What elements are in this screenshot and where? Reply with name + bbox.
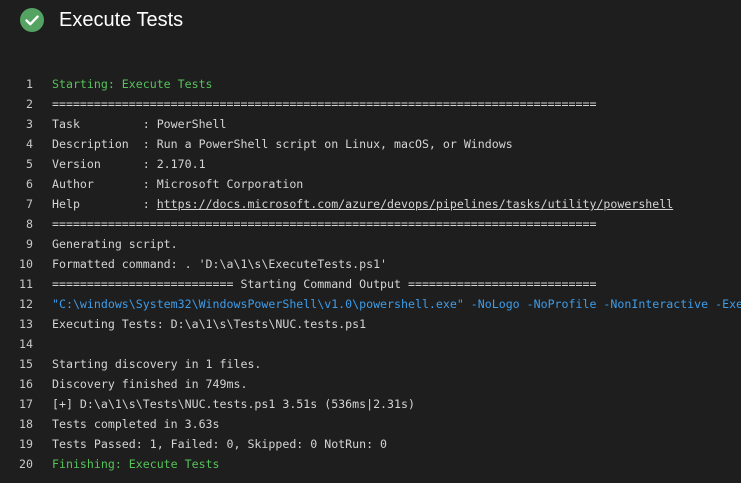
line-number[interactable]: 5 xyxy=(0,154,33,174)
log-line[interactable]: 10 Formatted command: . 'D:\a\1\s\Execute… xyxy=(0,254,741,274)
line-number[interactable]: 11 xyxy=(0,274,33,294)
line-number[interactable]: 19 xyxy=(0,434,33,454)
log-line[interactable]: 7 Help : https://docs.microsoft.com/azure… xyxy=(0,194,741,214)
line-number[interactable]: 18 xyxy=(0,414,33,434)
log-line[interactable]: 3 Task : PowerShell xyxy=(0,114,741,134)
line-number[interactable]: 15 xyxy=(0,354,33,374)
line-number[interactable]: 12 xyxy=(0,294,33,314)
log-line-text: ========================================… xyxy=(52,214,596,234)
log-line[interactable]: 5 Version : 2.170.1 xyxy=(0,154,741,174)
log-line[interactable]: 9 Generating script. xyxy=(0,234,741,254)
log-text: Finishing: Execute Tests xyxy=(52,457,220,471)
log-text: Task : PowerShell xyxy=(52,117,227,131)
log-text: Starting: Execute Tests xyxy=(52,77,213,91)
log-text: Formatted command: . 'D:\a\1\s\ExecuteTe… xyxy=(52,257,388,271)
log-text: Description : Run a PowerShell script on… xyxy=(52,137,513,151)
line-number[interactable]: 13 xyxy=(0,314,33,334)
log-line[interactable]: 11 ========================== Starting Co… xyxy=(0,274,741,294)
log-line[interactable]: 16 Discovery finished in 749ms. xyxy=(0,374,741,394)
log-line-text: [+] D:\a\1\s\Tests\NUC.tests.ps1 3.51s (… xyxy=(52,394,415,414)
line-number[interactable]: 14 xyxy=(0,334,33,354)
log-text: Discovery finished in 749ms. xyxy=(52,377,248,391)
log-line-text: Starting discovery in 1 files. xyxy=(52,354,261,374)
log-text: "C:\windows\System32\WindowsPowerShell\v… xyxy=(52,297,741,311)
log-line-text: Discovery finished in 749ms. xyxy=(52,374,247,394)
help-link[interactable]: https://docs.microsoft.com/azure/devops/… xyxy=(157,197,674,211)
log-line-text: Description : Run a PowerShell script on… xyxy=(52,134,513,154)
log-line[interactable]: 8 =======================================… xyxy=(0,214,741,234)
log-text: ========================================… xyxy=(52,217,597,231)
log-line-text: Author : Microsoft Corporation xyxy=(52,174,303,194)
log-text: Executing Tests: D:\a\1\s\Tests\NUC.test… xyxy=(52,317,367,331)
line-number[interactable]: 3 xyxy=(0,114,33,134)
log-line-text: ========================================… xyxy=(52,94,596,114)
log-output[interactable]: 1 Starting: Execute Tests 2 ===============… xyxy=(0,74,741,483)
log-line-text: Version : 2.170.1 xyxy=(52,154,206,174)
log-line-text: Finishing: Execute Tests xyxy=(52,454,220,474)
log-line-text: Help : https://docs.microsoft.com/azure/… xyxy=(52,194,673,214)
log-line[interactable]: 14 xyxy=(0,334,741,354)
page-title: Execute Tests xyxy=(59,9,184,31)
log-line[interactable]: 2 =======================================… xyxy=(0,94,741,114)
log-text: Tests completed in 3.63s xyxy=(52,417,220,431)
log-line-text: Executing Tests: D:\a\1\s\Tests\NUC.test… xyxy=(52,314,366,334)
line-number[interactable]: 16 xyxy=(0,374,33,394)
line-number[interactable]: 8 xyxy=(0,214,33,234)
line-number[interactable]: 2 xyxy=(0,94,33,114)
line-number[interactable]: 9 xyxy=(0,234,33,254)
line-number[interactable]: 20 xyxy=(0,454,33,474)
log-text: ========================================… xyxy=(52,97,597,111)
log-text: [+] D:\a\1\s\Tests\NUC.tests.ps1 3.51s (… xyxy=(52,397,415,411)
log-line[interactable]: 19 Tests Passed: 1, Failed: 0, Skipped: 0… xyxy=(0,434,741,454)
log-line-text: "C:\windows\System32\WindowsPowerShell\v… xyxy=(52,294,741,314)
line-number[interactable]: 4 xyxy=(0,134,33,154)
log-line-text: Task : PowerShell xyxy=(52,114,227,134)
log-line-text: Tests Passed: 1, Failed: 0, Skipped: 0 N… xyxy=(52,434,387,454)
log-line-text: Tests completed in 3.63s xyxy=(52,414,220,434)
log-line-text: Generating script. xyxy=(52,234,178,254)
log-line[interactable]: 20 Finishing: Execute Tests xyxy=(0,454,741,474)
log-line[interactable]: 12 "C:\windows\System32\WindowsPowerShell… xyxy=(0,294,741,314)
line-number[interactable]: 1 xyxy=(0,74,33,94)
line-number[interactable]: 7 xyxy=(0,194,33,214)
log-line[interactable]: 13 Executing Tests: D:\a\1\s\Tests\NUC.te… xyxy=(0,314,741,334)
log-text: Author : Microsoft Corporation xyxy=(52,177,304,191)
line-number[interactable]: 10 xyxy=(0,254,33,274)
log-text: Help : xyxy=(52,197,157,211)
task-header: Execute Tests xyxy=(0,0,741,40)
line-number[interactable]: 6 xyxy=(0,174,33,194)
log-line[interactable]: 18 Tests completed in 3.63s xyxy=(0,414,741,434)
log-text: Version : 2.170.1 xyxy=(52,157,206,171)
log-text: Tests Passed: 1, Failed: 0, Skipped: 0 N… xyxy=(52,437,388,451)
log-line[interactable]: 4 Description : Run a PowerShell script o… xyxy=(0,134,741,154)
log-line-text: Starting: Execute Tests xyxy=(52,74,213,94)
log-text: Generating script. xyxy=(52,237,178,251)
log-line[interactable]: 1 Starting: Execute Tests xyxy=(0,74,741,94)
log-text: ========================== Starting Comm… xyxy=(52,277,597,291)
log-line-text: ========================== Starting Comm… xyxy=(52,274,596,294)
check-circle-icon xyxy=(20,8,44,32)
log-line[interactable]: 15 Starting discovery in 1 files. xyxy=(0,354,741,374)
log-line[interactable]: 6 Author : Microsoft Corporation xyxy=(0,174,741,194)
log-line[interactable]: 17 [+] D:\a\1\s\Tests\NUC.tests.ps1 3.51s… xyxy=(0,394,741,414)
log-text: Starting discovery in 1 files. xyxy=(52,357,262,371)
log-line-text: Formatted command: . 'D:\a\1\s\ExecuteTe… xyxy=(52,254,387,274)
line-number[interactable]: 17 xyxy=(0,394,33,414)
